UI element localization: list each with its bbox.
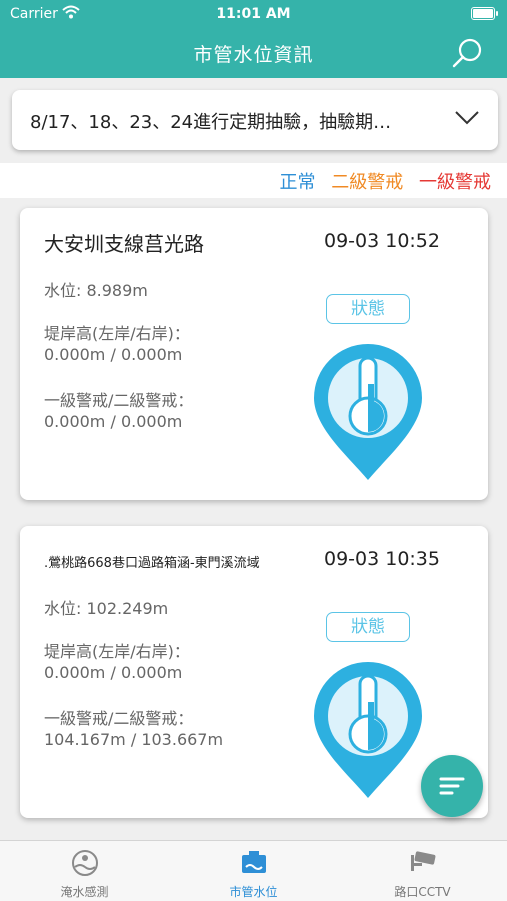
filter-button[interactable] bbox=[421, 755, 483, 817]
page-title: 市管水位資訊 bbox=[193, 44, 314, 66]
water-level: 水位: 102.249m bbox=[44, 599, 169, 618]
legend-strip: 正常 二級警戒 一級警戒 bbox=[0, 163, 507, 198]
water-level: 水位: 8.989m bbox=[44, 281, 148, 300]
station-time: 09-03 10:52 bbox=[323, 230, 440, 252]
notice-dropdown[interactable]: 8/17、18、23、24進行定期抽驗，抽驗期… bbox=[12, 90, 498, 150]
warning-level-value: 0.000m / 0.000m bbox=[44, 412, 183, 431]
status-bar: Carrier 11:01 AM bbox=[0, 0, 507, 28]
bank-height-value: 0.000m / 0.000m bbox=[44, 663, 183, 682]
notice-text: 8/17、18、23、24進行定期抽驗，抽驗期… bbox=[30, 112, 392, 133]
status-button[interactable]: 狀態 bbox=[326, 612, 410, 642]
station-name: 大安圳支線莒光路 bbox=[44, 232, 204, 256]
tab-water-level[interactable]: 市管水位 bbox=[169, 841, 338, 901]
tab-label: 路口CCTV bbox=[394, 885, 451, 899]
tab-bar: 淹水感測 市管水位 路口CCTV bbox=[0, 840, 507, 901]
station-card[interactable]: 大安圳支線莒光路 09-03 10:52 水位: 8.989m 堤岸高(左岸/右… bbox=[20, 208, 488, 500]
legend-level1-warning: 一級警戒 bbox=[419, 172, 491, 193]
station-time: 09-03 10:35 bbox=[323, 548, 440, 570]
warning-level-value: 104.167m / 103.667m bbox=[44, 730, 224, 749]
tab-label: 淹水感測 bbox=[60, 885, 109, 899]
clock: 11:01 AM bbox=[216, 6, 291, 22]
cctv-camera-icon bbox=[411, 851, 436, 871]
bank-height-label: 堤岸高(左岸/右岸)： bbox=[44, 324, 190, 343]
warning-level-label: 一級警戒/二級警戒： bbox=[44, 709, 194, 728]
flood-sensor-icon bbox=[72, 850, 98, 876]
content-area: 8/17、18、23、24進行定期抽驗，抽驗期… 正常 二級警戒 一級警戒 大安… bbox=[0, 78, 507, 840]
status-legend: 正常 二級警戒 一級警戒 bbox=[270, 168, 491, 194]
water-level-icon bbox=[242, 851, 266, 873]
station-card[interactable]: .鶯桃路668巷口過路箱涵-東門溪流域 09-03 10:35 水位: 102.… bbox=[20, 526, 488, 818]
bank-height-label: 堤岸高(左岸/右岸)： bbox=[44, 642, 190, 661]
nav-bar: 市管水位資訊 bbox=[0, 28, 507, 78]
chevron-down-icon[interactable] bbox=[454, 110, 480, 126]
tab-cctv[interactable]: 路口CCTV bbox=[338, 841, 507, 901]
station-name: .鶯桃路668巷口過路箱涵-東門溪流域 bbox=[44, 556, 260, 571]
status-button[interactable]: 狀態 bbox=[326, 294, 410, 324]
bank-height-value: 0.000m / 0.000m bbox=[44, 345, 183, 364]
battery-icon bbox=[471, 7, 498, 20]
warning-level-label: 一級警戒/二級警戒： bbox=[44, 391, 194, 410]
water-level-status-icon bbox=[314, 344, 422, 480]
tab-label: 市管水位 bbox=[229, 885, 278, 899]
tab-flood-sensor[interactable]: 淹水感測 bbox=[0, 841, 169, 901]
search-icon[interactable] bbox=[451, 36, 485, 70]
legend-level2-warning: 二級警戒 bbox=[331, 172, 404, 193]
legend-normal: 正常 bbox=[279, 172, 316, 193]
filter-list-icon bbox=[439, 777, 465, 795]
water-level-status-icon bbox=[314, 662, 422, 798]
